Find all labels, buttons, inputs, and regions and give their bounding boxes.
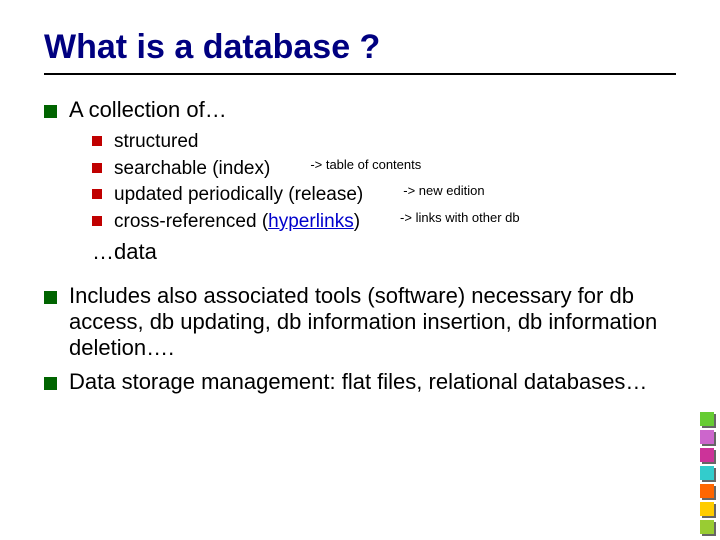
annotation-crossref: -> links with other db: [372, 209, 520, 227]
hyperlinks-link[interactable]: hyperlinks: [268, 211, 354, 232]
sub-bullet-square-icon: [92, 163, 102, 173]
sub-bullet-crossref-text: cross-referenced (hyperlinks): [114, 209, 360, 236]
sub-bullet-searchable: searchable (index) -> table of contents: [92, 156, 676, 183]
sub-bullet-updated: updated periodically (release) -> new ed…: [92, 182, 676, 209]
bullet-storage-text: Data storage management: flat files, rel…: [69, 369, 647, 395]
crossref-post: ): [354, 211, 360, 232]
bullet-includes-text: Includes also associated tools (software…: [69, 283, 676, 361]
bullet-square-icon: [44, 291, 57, 304]
sub-bullet-crossref: cross-referenced (hyperlinks) -> links w…: [92, 209, 676, 236]
sub-bullet-square-icon: [92, 189, 102, 199]
corner-square: [700, 520, 714, 534]
sub-bullet-structured-text: structured: [114, 129, 198, 156]
corner-square: [700, 502, 714, 516]
sub-bullet-square-icon: [92, 136, 102, 146]
bullet-includes: Includes also associated tools (software…: [44, 283, 676, 361]
corner-square: [700, 466, 714, 480]
slide-title: What is a database ?: [44, 28, 676, 67]
sub-bullet-square-icon: [92, 216, 102, 226]
annotation-searchable: -> table of contents: [282, 156, 421, 174]
slide: What is a database ? A collection of… st…: [0, 0, 720, 421]
corner-square: [700, 430, 714, 444]
sub-bullet-updated-text: updated periodically (release): [114, 182, 363, 209]
title-underline: [44, 73, 676, 75]
crossref-pre: cross-referenced (: [114, 211, 268, 232]
sub-bullet-group: structured searchable (index) -> table o…: [92, 129, 676, 235]
annotation-updated: -> new edition: [375, 182, 484, 200]
sub-bullet-structured: structured: [92, 129, 676, 156]
corner-square: [700, 412, 714, 426]
corner-square: [700, 484, 714, 498]
bullet-collection: A collection of…: [44, 97, 676, 123]
bullet-storage: Data storage management: flat files, rel…: [44, 369, 676, 395]
bullet-collection-text: A collection of…: [69, 97, 227, 123]
data-trail: …data: [92, 239, 676, 265]
corner-square: [700, 448, 714, 462]
bullet-square-icon: [44, 105, 57, 118]
sub-bullet-searchable-text: searchable (index): [114, 156, 270, 183]
decorative-corner-squares: [700, 412, 714, 534]
bullet-square-icon: [44, 377, 57, 390]
